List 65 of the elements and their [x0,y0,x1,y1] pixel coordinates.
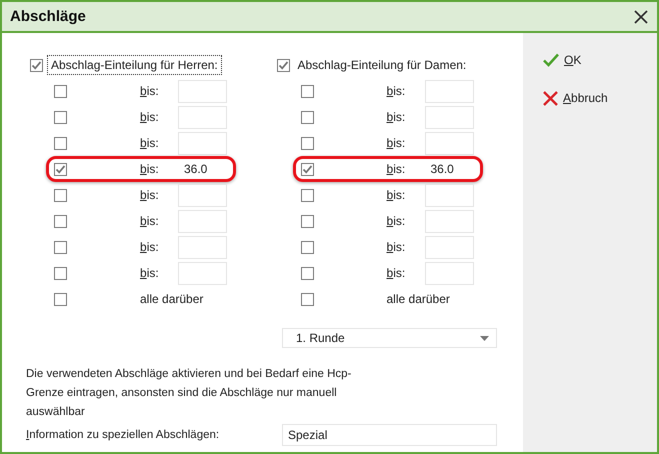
limit-field[interactable] [424,132,474,154]
caret-icon [480,336,489,340]
field-label: bis: [386,110,406,124]
checkbox[interactable] [300,110,314,124]
limit-field[interactable] [178,262,227,284]
limit-field[interactable] [424,262,474,284]
window-title: Abschläge [10,8,86,25]
field-label: bis: [140,136,160,150]
limit-field[interactable] [178,184,227,206]
checkbox[interactable] [300,84,314,98]
field-label: bis: [386,214,406,228]
checkbox[interactable] [54,162,67,176]
limit-field[interactable] [178,210,227,232]
field-label: bis: [386,84,406,98]
checkbox[interactable] [300,162,314,176]
checkbox[interactable] [54,214,67,228]
field-label: bis: [140,188,160,202]
checkbox-label: alle darüber [386,292,450,306]
checkbox[interactable] [54,240,67,254]
limit-field[interactable] [178,106,227,128]
field-label: bis: [386,162,406,176]
checkbox[interactable] [300,214,314,228]
limit-field[interactable] [178,236,227,258]
dialog-button[interactable]: OK [543,50,582,70]
limit-field[interactable] [424,184,474,206]
checkbox[interactable] [300,292,314,306]
limit-field[interactable] [424,106,474,128]
checkbox[interactable] [54,266,67,280]
cross-icon [543,90,558,106]
limit-field[interactable] [424,80,474,102]
limit-field[interactable] [178,132,227,154]
field-label: bis: [140,214,160,228]
checkbox[interactable] [276,58,290,72]
field-label: bis: [386,136,406,150]
check-icon [543,53,559,67]
checkbox[interactable] [54,188,67,202]
checkbox[interactable] [54,110,67,124]
limit-field[interactable] [178,80,227,102]
checkbox[interactable] [300,136,314,150]
checkbox[interactable] [30,58,43,72]
field-label: bis: [386,266,406,280]
field-label: Information zu speziellen Abschlägen: [26,429,220,441]
field-label: bis: [140,162,160,176]
checkbox[interactable] [300,240,314,254]
checkbox[interactable] [54,136,67,150]
checkbox-label[interactable]: Abschlag-Einteilung für Damen: [294,55,470,75]
info-field[interactable]: Spezial [282,424,497,446]
field-label: bis: [140,110,160,124]
checkbox[interactable] [300,188,314,202]
field-label: bis: [140,84,160,98]
field-label: bis: [386,188,406,202]
hint-text: Die verwendeten Abschläge aktivieren und bei Bedarf eine Hcp-Grenze eintragen, ansonsten sind die Abschläge nur manuell auswählbar [26,367,352,420]
field-label: bis: [386,240,406,254]
checkbox[interactable] [300,266,314,280]
close-icon[interactable] [634,10,648,24]
limit-field[interactable] [424,236,474,258]
limit-field[interactable] [424,210,474,232]
dialog-button[interactable]: Abbruch [543,88,608,108]
checkbox[interactable] [54,292,67,306]
checkbox[interactable] [54,84,67,98]
checkbox-label[interactable]: Abschlag-Einteilung für Herren: [47,55,222,75]
field-label: bis: [140,266,160,280]
checkbox-label: alle darüber [140,292,204,306]
field-label: bis: [140,240,160,254]
round-dropdown[interactable]: 1. Runde [282,328,497,348]
